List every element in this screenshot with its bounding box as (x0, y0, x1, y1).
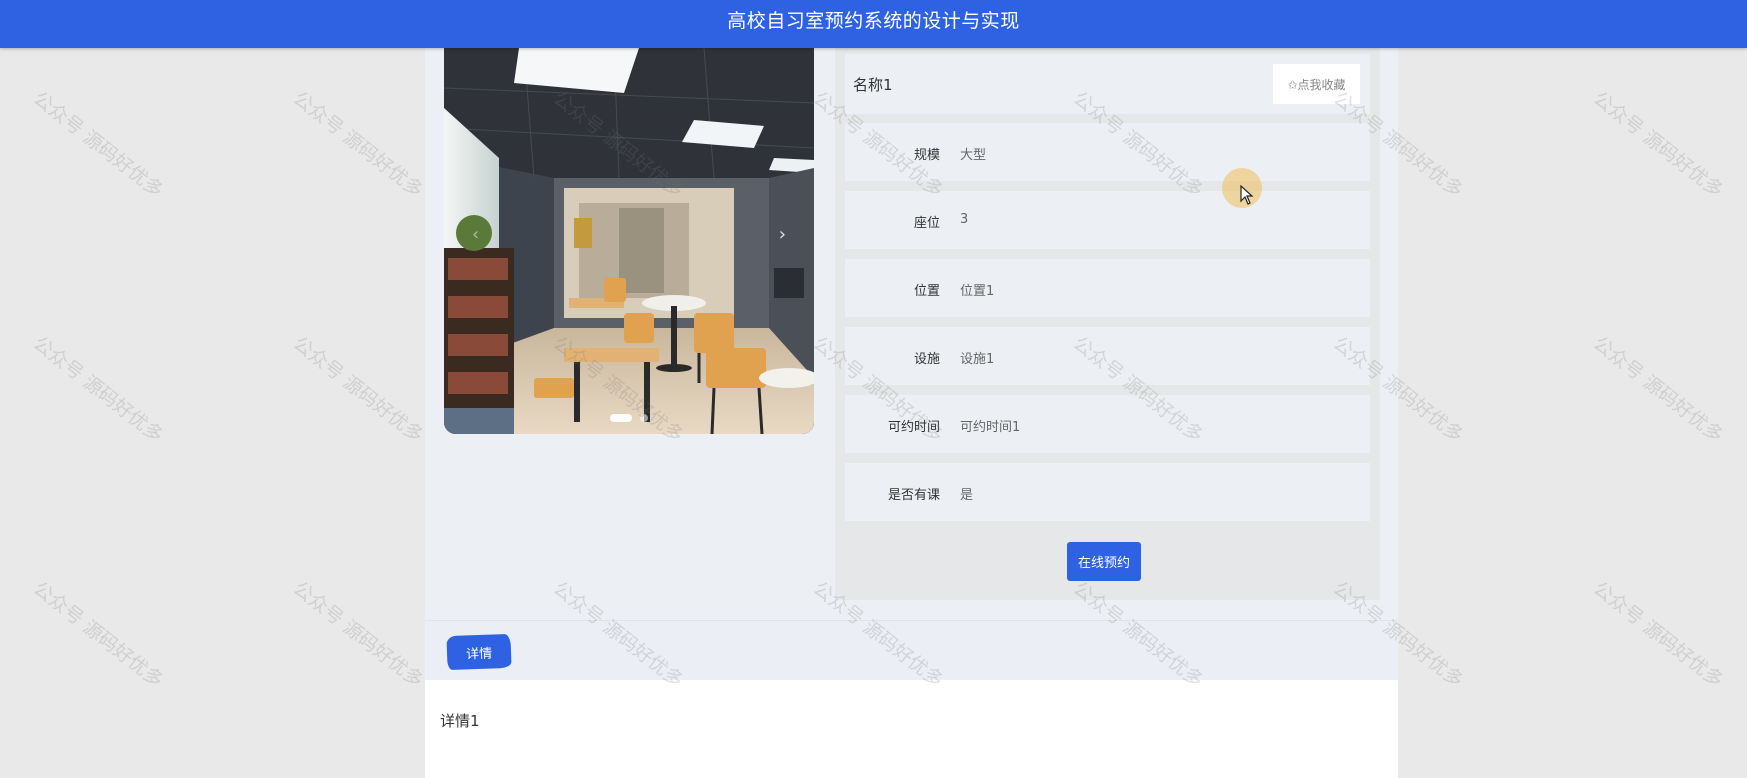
detail-text: 详情1 (440, 712, 480, 730)
watermark-text: 公众号 源码好优多 (1589, 332, 1728, 448)
carousel-dot-1[interactable] (610, 414, 632, 422)
room-name-bar: 名称1 ✩点我收藏 (845, 54, 1370, 114)
detail-tab-bar: 详情 (425, 620, 1398, 681)
field-value: 位置1 (960, 284, 995, 299)
watermark-text: 公众号 源码好优多 (289, 577, 428, 693)
field-value: 大型 (960, 148, 987, 163)
field-label: 设施 (913, 352, 940, 367)
mouse-cursor-highlight (1222, 168, 1262, 208)
watermark-text: 公众号 源码好优多 (1589, 87, 1728, 203)
watermark-text: 公众号 源码好优多 (1589, 577, 1728, 693)
watermark-text: 公众号 源码好优多 (289, 87, 428, 203)
field-row-seats: 座位 3 (845, 191, 1370, 249)
page-title: 高校自习室预约系统的设计与实现 (727, 9, 1020, 32)
main-content: ‹ › 名称1 ✩点我收藏 规模 大型 座位 3 位置 位置1 设施 设施1 可… (425, 48, 1398, 778)
cursor-arrow-icon (1240, 185, 1254, 205)
room-name: 名称1 (853, 76, 893, 94)
watermark-text: 公众号 源码好优多 (289, 332, 428, 448)
favorite-label: ✩点我收藏 (1287, 77, 1346, 92)
field-label: 可约时间 (887, 420, 940, 435)
carousel-dot-2[interactable] (640, 414, 648, 422)
favorite-button[interactable]: ✩点我收藏 (1273, 64, 1360, 104)
field-row-available-time: 可约时间 可约时间1 (845, 395, 1370, 453)
field-value: 设施1 (960, 352, 995, 367)
carousel-prev-icon[interactable]: ‹ (472, 224, 479, 245)
detail-content: 详情1 (425, 680, 1398, 778)
field-row-scale: 规模 大型 (845, 123, 1370, 181)
field-row-facilities: 设施 设施1 (845, 327, 1370, 385)
carousel-next-icon[interactable]: › (779, 224, 786, 245)
field-label: 是否有课 (887, 488, 940, 503)
watermark-text: 公众号 源码好优多 (29, 87, 168, 203)
field-value: 是 (960, 488, 974, 503)
watermark-text: 公众号 源码好优多 (29, 577, 168, 693)
carousel-indicators (444, 414, 814, 422)
watermark-text: 公众号 源码好优多 (29, 332, 168, 448)
room-info-panel: 名称1 ✩点我收藏 规模 大型 座位 3 位置 位置1 设施 设施1 可约时间 … (835, 48, 1380, 600)
field-label: 座位 (913, 216, 940, 231)
detail-tab[interactable]: 详情 (446, 633, 512, 671)
reserve-online-button[interactable]: 在线预约 (1067, 542, 1141, 581)
detail-tab-label: 详情 (465, 646, 493, 662)
field-label: 位置 (913, 284, 940, 299)
field-value: 可约时间1 (960, 420, 1021, 435)
field-row-has-class: 是否有课 是 (845, 463, 1370, 521)
study-room-photo (444, 48, 814, 434)
top-bar: 高校自习室预约系统的设计与实现 (0, 0, 1747, 48)
image-carousel[interactable]: ‹ › (444, 48, 814, 434)
field-label: 规模 (913, 148, 940, 163)
field-row-location: 位置 位置1 (845, 259, 1370, 317)
field-value: 3 (960, 212, 969, 227)
